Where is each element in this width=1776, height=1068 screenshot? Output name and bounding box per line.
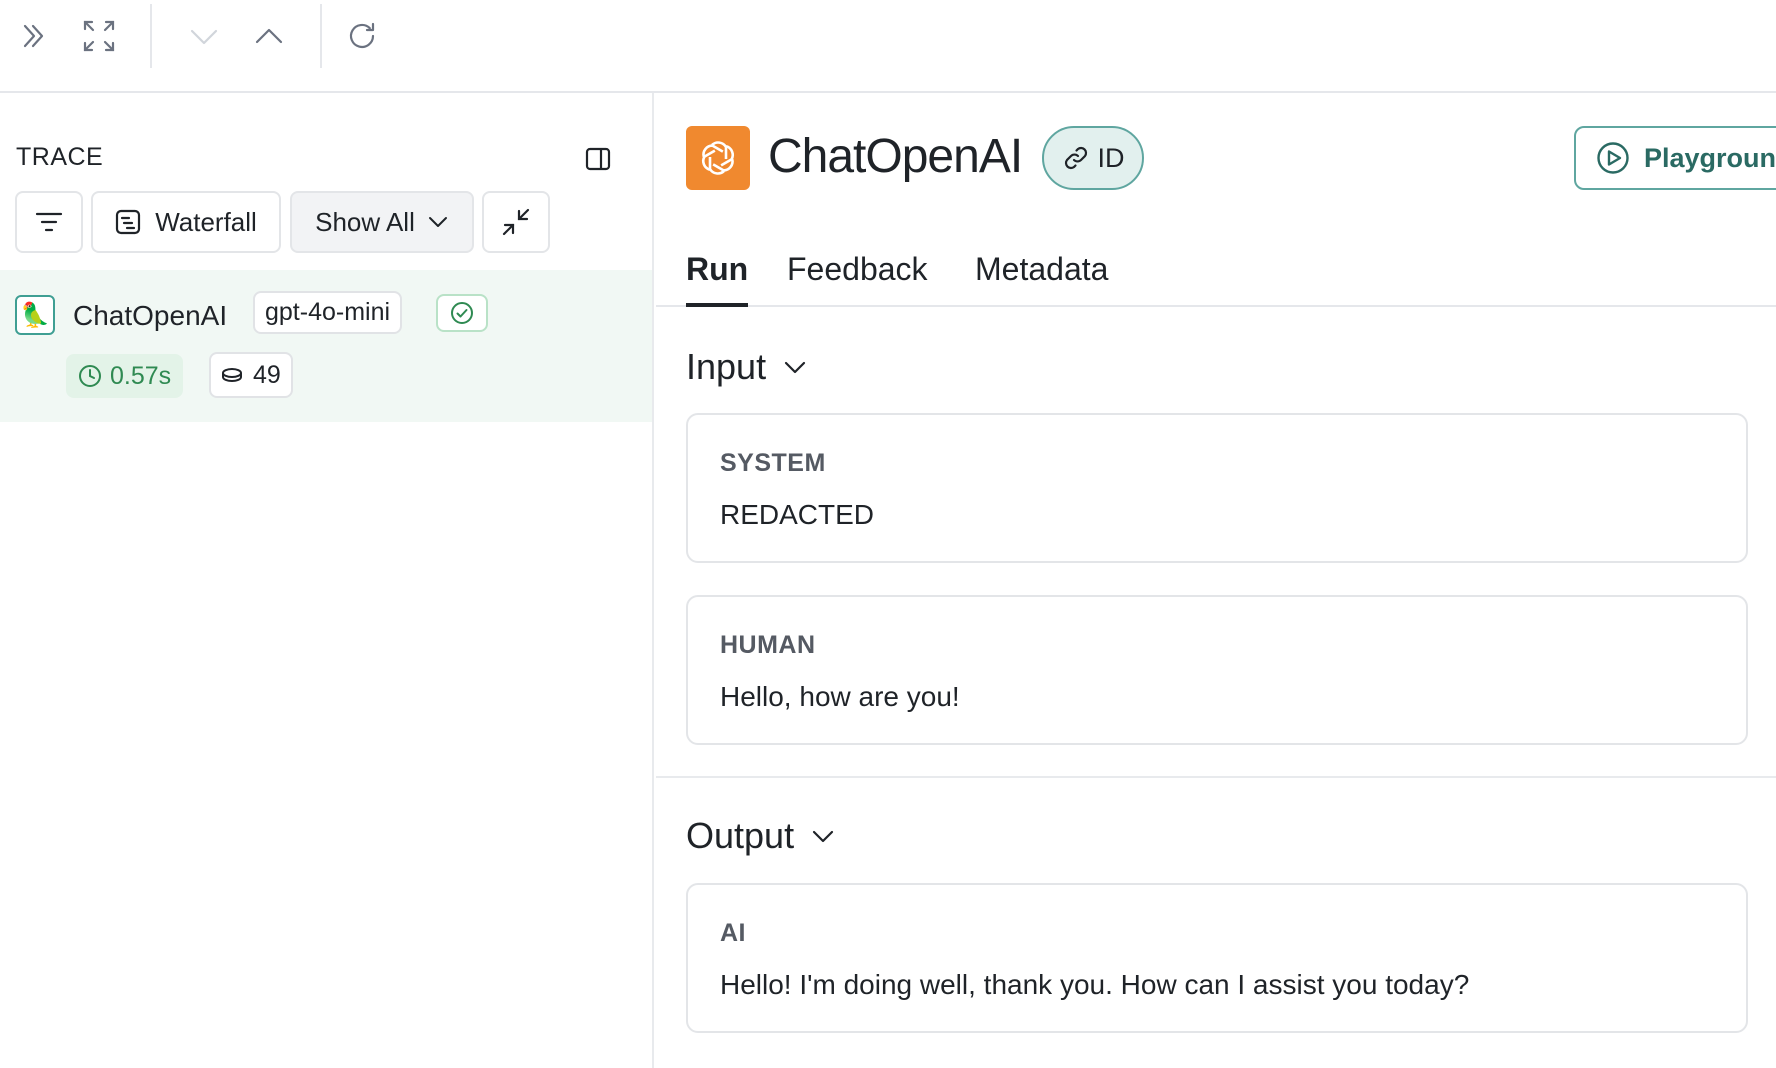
playground-button[interactable]: Playground (1574, 126, 1776, 190)
waterfall-label: Waterfall (155, 206, 257, 237)
message-text: Hello, how are you! (720, 681, 960, 712)
next-run-button[interactable] (176, 8, 232, 64)
section-divider (656, 776, 1776, 778)
input-header: Input (686, 346, 767, 387)
input-section-toggle[interactable]: Input (686, 346, 808, 388)
top-toolbar (0, 0, 1776, 93)
latency-value: 0.57s (110, 361, 172, 390)
link-icon (1064, 146, 1087, 170)
show-all-dropdown[interactable]: Show All (290, 191, 474, 253)
playground-label: Playground (1644, 142, 1776, 173)
toolbar-divider (320, 4, 322, 68)
run-detail-panel: ChatOpenAI ID Playground Run Feedback Me… (656, 93, 1776, 1068)
trace-panel: TRACE Waterfall Show All 🦜 ChatOpenAI gp… (0, 93, 654, 1068)
show-all-label: Show All (315, 206, 415, 237)
waterfall-icon (116, 209, 141, 235)
minimize-icon (502, 208, 530, 236)
model-tag: gpt-4o-mini (253, 291, 403, 334)
copy-id-button[interactable]: ID (1042, 126, 1144, 190)
expand-panel-button[interactable] (6, 8, 62, 64)
check-circle-icon (451, 302, 473, 324)
message-card: AI Hello! I'm doing well, thank you. How… (686, 883, 1748, 1033)
message-role: SYSTEM (720, 449, 826, 477)
output-header: Output (686, 815, 795, 856)
filter-button[interactable] (15, 191, 83, 253)
chevron-down-icon (190, 29, 218, 45)
chevron-down-icon (428, 217, 447, 227)
collapse-all-button[interactable] (482, 191, 550, 253)
refresh-icon (349, 22, 375, 49)
clock-icon (79, 365, 101, 387)
output-section-toggle[interactable]: Output (686, 815, 836, 857)
parrot-icon: 🦜 (15, 295, 55, 335)
trace-run-row[interactable]: 🦜 ChatOpenAI gpt-4o-mini 0.57s 49 (0, 270, 652, 422)
message-text: REDACTED (720, 499, 875, 530)
previous-run-button[interactable] (241, 8, 297, 64)
message-card: HUMAN Hello, how are you! (686, 595, 1748, 745)
message-card: SYSTEM REDACTED (686, 413, 1748, 563)
toggle-panel-button[interactable] (578, 141, 618, 177)
maximize-icon (83, 20, 115, 52)
openai-logo-icon (686, 126, 750, 190)
tab-run[interactable]: Run (686, 243, 749, 307)
latency-badge: 0.57s (66, 354, 184, 398)
refresh-button[interactable] (334, 8, 390, 64)
run-name: ChatOpenAI (73, 300, 228, 331)
message-text: Hello! I'm doing well, thank you. How ca… (720, 969, 1470, 1000)
run-title: ChatOpenAI (768, 130, 1023, 183)
chevron-down-icon (784, 361, 806, 374)
token-count-badge: 49 (209, 352, 293, 398)
id-label: ID (1097, 142, 1125, 173)
chevrons-right-icon (23, 24, 44, 48)
fullscreen-button[interactable] (71, 8, 127, 64)
chevron-up-icon (255, 28, 283, 44)
coins-icon (222, 368, 242, 383)
token-count: 49 (253, 360, 281, 389)
sidebar-icon (585, 147, 611, 171)
message-role: HUMAN (720, 631, 816, 659)
toolbar-divider (150, 4, 152, 68)
status-badge (436, 294, 488, 332)
play-circle-icon (1597, 142, 1629, 174)
chevron-down-icon (812, 830, 834, 843)
tab-feedback[interactable]: Feedback (787, 243, 928, 307)
waterfall-view-button[interactable]: Waterfall (91, 191, 281, 253)
tab-metadata[interactable]: Metadata (975, 243, 1108, 307)
filter-icon (35, 212, 63, 232)
message-role: AI (720, 919, 746, 947)
trace-title: TRACE (16, 143, 104, 171)
detail-tabs: Run Feedback Metadata (656, 243, 1776, 307)
